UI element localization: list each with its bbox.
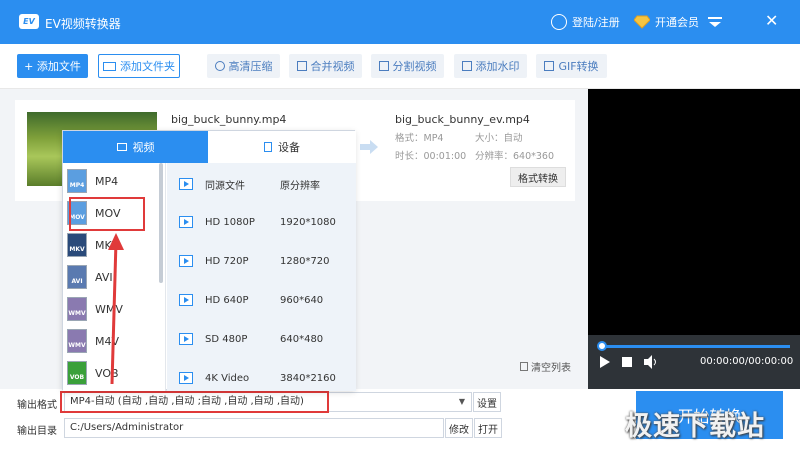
annotation-arrow — [108, 233, 124, 385]
site-watermark: 极速下载站 — [625, 411, 765, 442]
